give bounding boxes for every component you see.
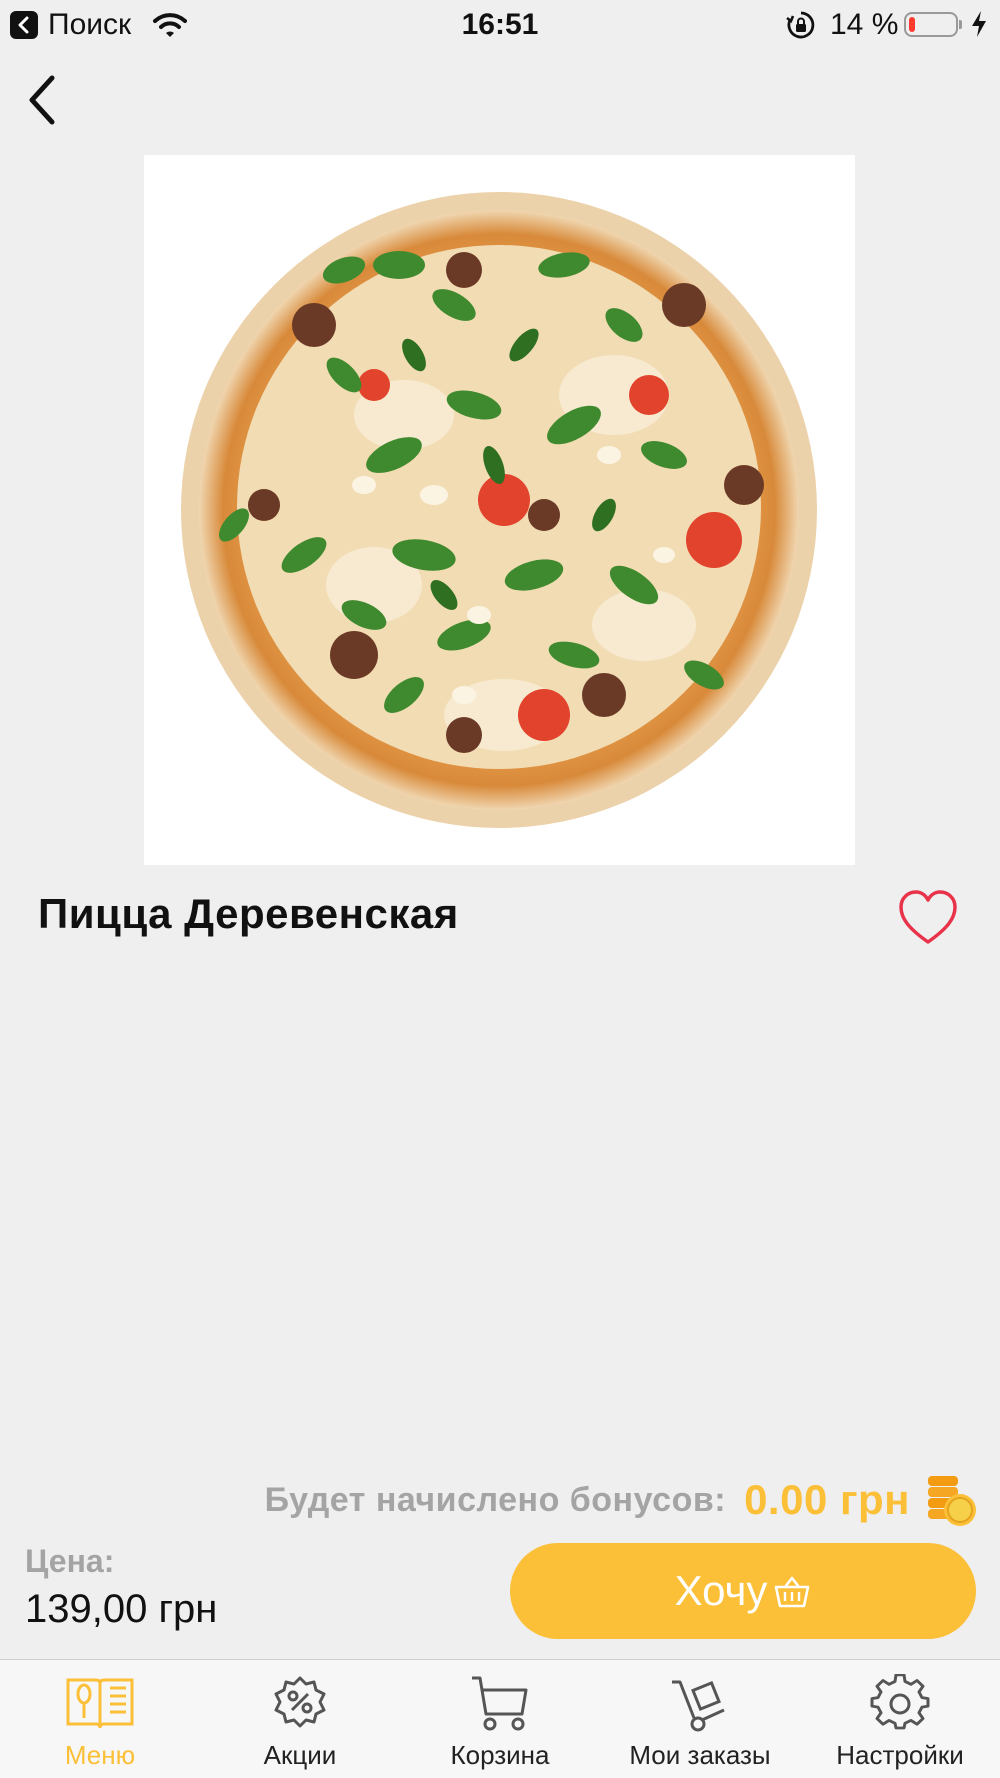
bonus-value: 0.00 грн: [744, 1476, 910, 1523]
tab-settings[interactable]: Настройки: [800, 1660, 1000, 1778]
basket-icon: [775, 1576, 810, 1608]
pizza-photo: [181, 192, 817, 828]
charging-bolt-icon: [972, 11, 986, 37]
price-value: 139,00 грн: [25, 1587, 218, 1631]
tab-promotions-label: Акции: [263, 1740, 337, 1770]
tab-my-orders-label: Мои заказы: [629, 1740, 771, 1770]
tab-promotions[interactable]: Акции: [200, 1660, 400, 1778]
back-button[interactable]: [22, 72, 72, 132]
bonus-row: Будет начислено бонусов: 0.00 грн: [265, 1472, 980, 1528]
bonus-label: Будет начислено бонусов:: [264, 1480, 727, 1519]
battery-percent: 14 %: [830, 8, 899, 41]
cart-icon: [472, 1676, 528, 1731]
battery-icon: [904, 12, 962, 37]
tab-settings-label: Настройки: [836, 1740, 964, 1770]
favorite-button[interactable]: [896, 888, 960, 948]
orientation-lock-icon: [786, 11, 815, 39]
tab-menu-label: Меню: [64, 1740, 136, 1770]
product-title: Пицца Деревенская: [38, 890, 459, 937]
tab-cart-label: Корзина: [450, 1740, 550, 1770]
menu-book-icon: [66, 1678, 134, 1729]
hand-truck-icon: [672, 1680, 725, 1732]
heart-icon: [899, 890, 957, 944]
tab-menu[interactable]: Меню: [0, 1660, 200, 1778]
percent-gear-icon: [274, 1676, 326, 1728]
tab-bar: Меню Акции Корзина Мои заказы Настройки: [0, 1659, 1000, 1778]
product-image: [144, 155, 855, 865]
status-bar: Поиск 16:51 14 %: [0, 0, 1000, 50]
want-button-label: Хочу: [674, 1567, 768, 1614]
battery-level: [909, 17, 915, 32]
coins-icon: [928, 1476, 976, 1526]
price-label: Цена:: [25, 1543, 115, 1579]
want-button[interactable]: Хочу: [510, 1543, 976, 1639]
tab-my-orders[interactable]: Мои заказы: [600, 1660, 800, 1778]
chevron-left-icon: [29, 75, 55, 125]
gear-icon: [870, 1674, 930, 1730]
tab-cart[interactable]: Корзина: [400, 1660, 600, 1778]
